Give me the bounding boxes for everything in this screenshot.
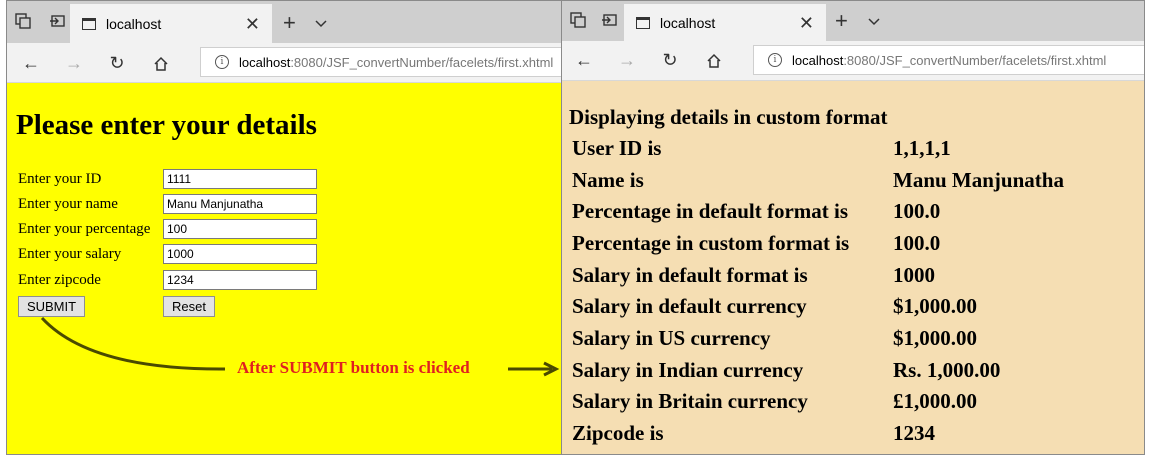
page-content: Displaying details in custom format User… bbox=[562, 82, 1144, 454]
close-icon[interactable]: ✕ bbox=[799, 14, 814, 32]
back-arrow-icon[interactable]: ← bbox=[21, 53, 41, 73]
tab-actions-icon[interactable] bbox=[570, 12, 586, 28]
field-label: Enter your salary bbox=[18, 246, 122, 262]
refresh-icon[interactable]: ↻ bbox=[107, 53, 127, 73]
tab-preview-icon[interactable] bbox=[49, 13, 65, 29]
zipcode-input[interactable] bbox=[163, 270, 317, 290]
result-value: Rs. 1,000.00 bbox=[893, 358, 1001, 382]
reset-button[interactable]: Reset bbox=[163, 296, 215, 317]
result-label: Salary in Indian currency bbox=[572, 358, 804, 382]
tab-preview-icon[interactable] bbox=[601, 12, 617, 28]
salary-input[interactable] bbox=[163, 244, 317, 264]
percentage-input[interactable] bbox=[163, 219, 317, 239]
url-field[interactable]: i localhost:8080/JSF_convertNumber/facel… bbox=[753, 45, 1144, 75]
chevron-down-icon[interactable] bbox=[868, 16, 880, 28]
browser-tab[interactable]: localhost ✕ bbox=[70, 4, 272, 43]
result-label: Salary in US currency bbox=[572, 326, 771, 350]
browser-window-results: localhost ✕ + ← → ↻ i localhost:8080/JSF… bbox=[562, 0, 1145, 455]
result-value: $1,000.00 bbox=[893, 326, 977, 350]
result-value: 100.0 bbox=[893, 231, 941, 255]
browser-tab[interactable]: localhost ✕ bbox=[624, 4, 826, 41]
field-label: Enter your ID bbox=[18, 171, 102, 187]
back-arrow-icon[interactable]: ← bbox=[574, 50, 594, 70]
field-label: Enter your name bbox=[18, 196, 118, 212]
page-content: Please enter your details Enter your ID … bbox=[7, 84, 561, 454]
info-icon[interactable]: i bbox=[215, 55, 229, 69]
result-label: Salary in Britain currency bbox=[572, 389, 808, 413]
result-value: 1000 bbox=[893, 263, 935, 287]
new-tab-icon[interactable]: + bbox=[835, 10, 848, 32]
url-host: localhost bbox=[239, 54, 291, 70]
result-value: 100.0 bbox=[893, 199, 941, 223]
forward-arrow-icon[interactable]: → bbox=[617, 50, 637, 70]
annotation-text: After SUBMIT button is clicked bbox=[237, 358, 470, 377]
result-value: Manu Manjunatha bbox=[893, 168, 1064, 192]
tab-title: localhost bbox=[106, 15, 162, 32]
home-icon[interactable] bbox=[704, 51, 724, 71]
result-label: User ID is bbox=[572, 136, 662, 160]
address-bar: ← → ↻ i localhost:8080/JSF_convertNumber… bbox=[7, 43, 561, 83]
result-value: 1,1,1,1 bbox=[893, 136, 951, 160]
result-label: Zipcode is bbox=[572, 421, 664, 445]
browser-window-form: localhost ✕ + ← → ↻ i localhost:8080/JSF… bbox=[6, 0, 562, 455]
result-label: Salary in default currency bbox=[572, 294, 807, 318]
page-title: Displaying details in custom format bbox=[569, 105, 888, 129]
result-value: $1,000.00 bbox=[893, 294, 977, 318]
new-tab-icon[interactable]: + bbox=[283, 12, 296, 34]
refresh-icon[interactable]: ↻ bbox=[660, 50, 680, 70]
forward-arrow-icon[interactable]: → bbox=[64, 53, 84, 73]
tab-title: localhost bbox=[660, 14, 716, 31]
page-title: Please enter your details bbox=[16, 109, 317, 141]
tab-bar: localhost ✕ + bbox=[7, 1, 561, 43]
name-input[interactable] bbox=[163, 194, 317, 214]
home-icon[interactable] bbox=[151, 54, 171, 74]
tab-actions-icon[interactable] bbox=[15, 13, 31, 29]
close-icon[interactable]: ✕ bbox=[245, 15, 260, 33]
result-label: Percentage in custom format is bbox=[572, 231, 850, 255]
info-icon[interactable]: i bbox=[768, 53, 782, 67]
url-host: localhost bbox=[792, 52, 844, 68]
address-bar: ← → ↻ i localhost:8080/JSF_convertNumber… bbox=[562, 41, 1144, 81]
page-icon bbox=[636, 16, 650, 29]
result-label: Percentage in default format is bbox=[572, 199, 849, 223]
tab-bar: localhost ✕ + bbox=[562, 1, 1144, 41]
url-path: :8080/JSF_convertNumber/facelets/first.x… bbox=[290, 54, 554, 70]
submit-button[interactable]: SUBMIT bbox=[18, 296, 85, 317]
result-value: £1,000.00 bbox=[893, 389, 977, 413]
result-label: Name is bbox=[572, 168, 644, 192]
page-icon bbox=[82, 17, 96, 30]
field-label: Enter your percentage bbox=[18, 221, 151, 237]
id-input[interactable] bbox=[163, 169, 317, 189]
chevron-down-icon[interactable] bbox=[315, 18, 327, 30]
url-path: :8080/JSF_convertNumber/facelets/first.x… bbox=[843, 52, 1107, 68]
result-value: 1234 bbox=[893, 421, 935, 445]
result-label: Salary in default format is bbox=[572, 263, 808, 287]
field-label: Enter zipcode bbox=[18, 272, 101, 288]
url-field[interactable]: i localhost:8080/JSF_convertNumber/facel… bbox=[200, 47, 561, 77]
